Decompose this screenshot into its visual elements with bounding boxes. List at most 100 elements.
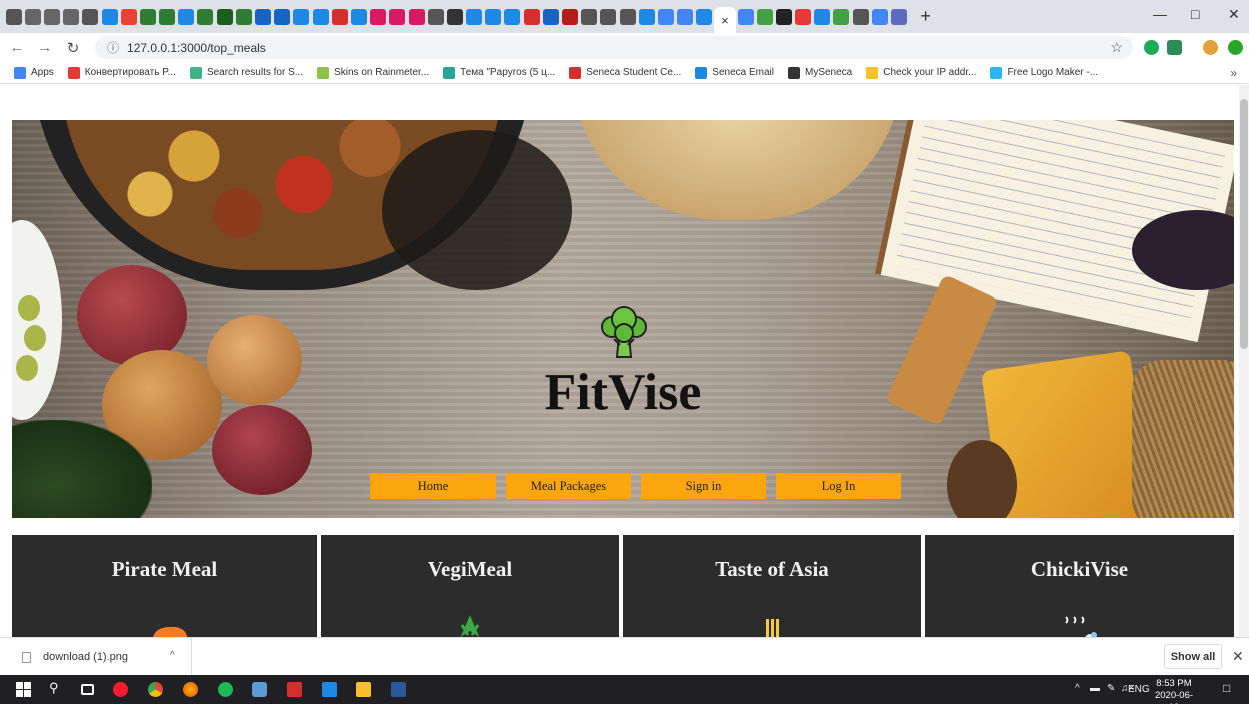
close-downloads-icon[interactable]: ✕	[1232, 648, 1244, 665]
tab-favicon[interactable]	[63, 8, 80, 25]
new-tab-button[interactable]: +	[917, 6, 935, 27]
site-info-icon[interactable]: ⓘ	[107, 39, 119, 56]
chrome-icon[interactable]	[148, 682, 163, 697]
pen-icon[interactable]: ✎	[1107, 683, 1115, 694]
tab-favicon[interactable]	[350, 8, 367, 25]
tab-favicon[interactable]	[737, 8, 754, 25]
nav-log-in-button[interactable]: Log In	[776, 473, 901, 499]
tab-favicon[interactable]	[891, 8, 908, 25]
meal-card-pirate-meal[interactable]: Pirate Meal	[12, 535, 317, 637]
tab-favicon[interactable]	[581, 8, 598, 25]
nav-sign-in-button[interactable]: Sign in	[641, 473, 766, 499]
tab-favicon[interactable]	[370, 8, 387, 25]
tab-favicon[interactable]	[24, 8, 41, 25]
bookmark-star-icon[interactable]: ☆	[1110, 39, 1123, 56]
tab-favicon[interactable]	[814, 8, 831, 25]
tab-favicon[interactable]	[408, 8, 425, 25]
bookmark-item[interactable]: Seneca Student Ce...	[569, 66, 681, 79]
extension-icon[interactable]	[1228, 40, 1243, 55]
bookmark-item[interactable]: Конвертировать P...	[67, 66, 176, 79]
tab-favicon[interactable]	[139, 8, 156, 25]
tab-favicon[interactable]	[255, 8, 272, 25]
reload-icon[interactable]: ↻	[62, 39, 84, 57]
tab-favicon[interactable]	[120, 8, 137, 25]
tab-favicon[interactable]	[852, 8, 869, 25]
tab-favicon[interactable]	[466, 8, 483, 25]
extension-icon[interactable]	[1144, 40, 1159, 55]
profile-avatar[interactable]	[1203, 40, 1218, 55]
firefox-icon[interactable]	[183, 682, 198, 697]
maximize-icon[interactable]: □	[1191, 6, 1199, 22]
tab-favicon[interactable]	[657, 8, 674, 25]
meal-card-taste-of-asia[interactable]: Taste of Asia	[623, 535, 921, 637]
meal-card-vegimeal[interactable]: VegiMeal	[321, 535, 619, 637]
tab-favicon[interactable]	[485, 8, 502, 25]
tab-favicon[interactable]	[756, 8, 773, 25]
bookmark-item[interactable]: Seneca Email	[695, 66, 774, 79]
task-view-icon[interactable]	[81, 684, 94, 695]
bookmark-item[interactable]: Check your IP addr...	[866, 66, 976, 79]
window-close-icon[interactable]: ✕	[1228, 6, 1240, 23]
page-scrollbar[interactable]	[1239, 85, 1249, 637]
tab-favicon[interactable]	[504, 8, 521, 25]
language-indicator[interactable]: ENG	[1128, 684, 1150, 695]
acrobat-icon[interactable]	[287, 682, 302, 697]
word-icon[interactable]	[391, 682, 406, 697]
tab-favicon[interactable]	[274, 8, 291, 25]
tab-favicon[interactable]	[43, 8, 60, 25]
tab-favicon[interactable]	[159, 8, 176, 25]
tab-favicon[interactable]	[638, 8, 655, 25]
tab-favicon[interactable]	[427, 8, 444, 25]
tab-favicon[interactable]	[619, 8, 636, 25]
tab-favicon[interactable]	[101, 8, 118, 25]
tab-favicon[interactable]	[523, 8, 540, 25]
nav-meal-packages-button[interactable]: Meal Packages	[506, 473, 631, 499]
tab-favicon[interactable]	[5, 8, 22, 25]
spotify-icon[interactable]	[218, 682, 233, 697]
tab-favicon[interactable]	[178, 8, 195, 25]
active-tab[interactable]: ×	[713, 7, 736, 33]
bookmark-item[interactable]: Search results for S...	[189, 66, 303, 79]
tab-favicon[interactable]	[833, 8, 850, 25]
bookmark-item[interactable]: MySeneca	[788, 66, 852, 79]
extension-icon[interactable]	[1167, 40, 1182, 55]
tab-favicon[interactable]	[446, 8, 463, 25]
tab-close-icon[interactable]: ×	[721, 13, 729, 28]
forward-icon[interactable]: →	[34, 39, 56, 56]
opera-icon[interactable]	[113, 682, 128, 697]
bookmark-item[interactable]: Free Logo Maker -...	[990, 66, 1098, 79]
tab-favicon[interactable]	[600, 8, 617, 25]
bookmarks-overflow-icon[interactable]: »	[1230, 66, 1237, 80]
windows-start-icon[interactable]	[16, 682, 31, 697]
bookmark-item[interactable]: Apps	[14, 66, 54, 79]
tab-favicon[interactable]	[795, 8, 812, 25]
tab-favicon[interactable]	[389, 8, 406, 25]
tab-favicon[interactable]	[696, 8, 713, 25]
tab-favicon[interactable]	[197, 8, 214, 25]
tab-favicon[interactable]	[293, 8, 310, 25]
tab-favicon[interactable]	[542, 8, 559, 25]
download-item[interactable]: download (1).png ^	[0, 638, 192, 676]
back-icon[interactable]: ←	[6, 39, 28, 56]
search-icon[interactable]: ⚲	[49, 680, 64, 695]
nav-home-button[interactable]: Home	[370, 473, 496, 499]
vscode-icon[interactable]	[322, 682, 337, 697]
file-explorer-icon[interactable]	[356, 682, 371, 697]
app-icon[interactable]	[252, 682, 267, 697]
clock[interactable]: 8:53 PM 2020-06-19	[1152, 678, 1196, 714]
meal-card-chickivise[interactable]: ChickiVise	[925, 535, 1234, 637]
tab-favicon[interactable]	[871, 8, 888, 25]
bookmark-item[interactable]: Skins on Rainmeter...	[317, 66, 429, 79]
tab-favicon[interactable]	[216, 8, 233, 25]
tab-favicon[interactable]	[312, 8, 329, 25]
notifications-icon[interactable]: □	[1223, 681, 1230, 695]
tab-favicon[interactable]	[82, 8, 99, 25]
bookmark-item[interactable]: Тема "Papyros (5 ц...	[443, 66, 555, 79]
show-all-button[interactable]: Show all	[1164, 644, 1222, 669]
scrollbar-thumb[interactable]	[1240, 99, 1248, 349]
chevron-up-icon[interactable]: ^	[170, 650, 175, 661]
tab-favicon[interactable]	[235, 8, 252, 25]
tab-favicon[interactable]	[775, 8, 792, 25]
url-bar[interactable]: ⓘ 127.0.0.1:3000/top_meals ☆	[95, 36, 1133, 59]
tab-favicon[interactable]	[562, 8, 579, 25]
